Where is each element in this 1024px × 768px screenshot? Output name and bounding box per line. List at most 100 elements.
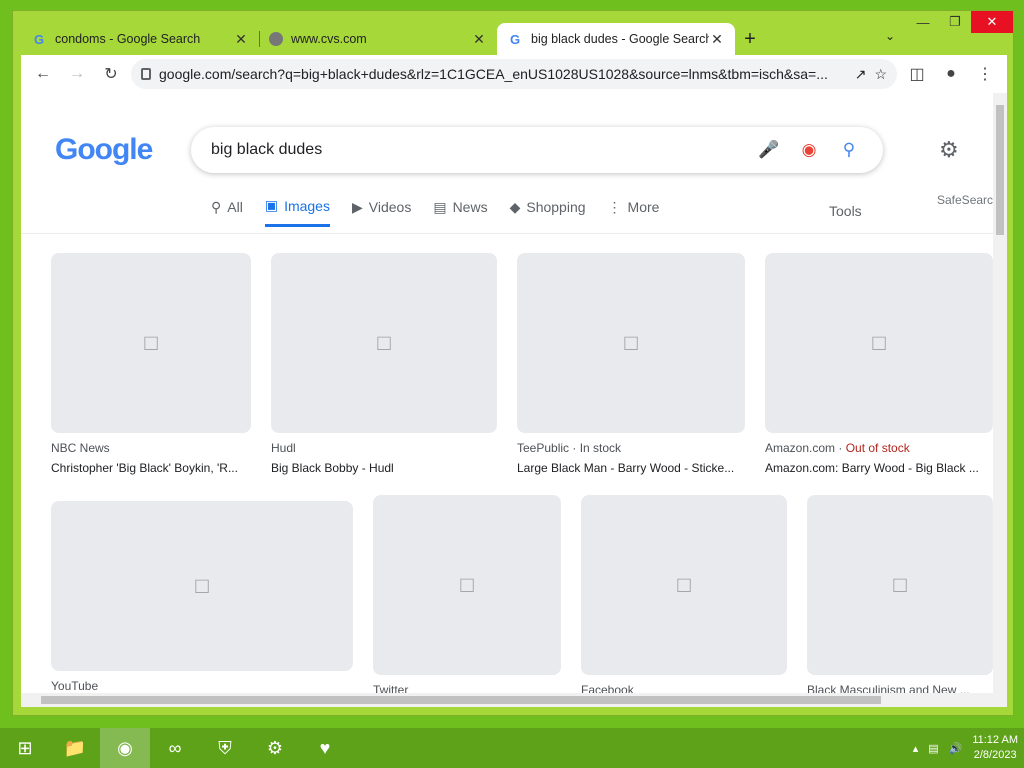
lock-icon: [141, 68, 151, 80]
profile-avatar[interactable]: ●: [937, 60, 965, 88]
more-dots-icon: ⋮: [607, 198, 622, 215]
network-icon[interactable]: ▤: [928, 742, 938, 755]
visual-studio-icon[interactable]: ∞: [150, 728, 200, 768]
search-icon[interactable]: ⚲: [835, 140, 863, 160]
taskbar: ⊞ 📁 ◉ ∞ ⛨ ⚙ ♥ ▴ ▤ 🔊 11:12 AM 2/8/2023: [0, 728, 1024, 768]
tab-search-chevron-icon[interactable]: ⌄: [885, 29, 895, 43]
image-thumbnail[interactable]: □: [765, 253, 993, 433]
side-panel-icon[interactable]: ◫: [903, 60, 931, 88]
result-source[interactable]: TeePublic · In stock: [517, 441, 745, 455]
result-source[interactable]: Hudl: [271, 441, 497, 455]
nav-label: Images: [284, 197, 330, 214]
news-icon: ▤: [433, 198, 447, 215]
tab-current-search[interactable]: G big black dudes - Google Search ✕: [497, 23, 735, 55]
image-result[interactable]: □ Twitter: [373, 495, 561, 697]
nav-label: Shopping: [526, 199, 586, 215]
image-thumbnail[interactable]: □: [807, 495, 993, 675]
tab-title: condoms - Google Search: [55, 32, 201, 46]
scroll-thumb[interactable]: [996, 105, 1004, 235]
divider: [21, 233, 993, 234]
forward-button[interactable]: →: [63, 60, 91, 88]
nav-all[interactable]: ⚲ All: [211, 197, 243, 227]
search-results-page: Google big black dudes 🎤 ◉ ⚲ ⚙ ⋮⋮ ⚲All ▣…: [21, 93, 1007, 707]
close-window-button[interactable]: ✕: [971, 11, 1013, 33]
defender-shield-icon[interactable]: ⛨: [200, 728, 250, 768]
back-button[interactable]: ←: [29, 60, 57, 88]
menu-kebab-icon[interactable]: ⋮: [971, 60, 999, 88]
voice-search-icon[interactable]: 🎤: [755, 140, 783, 160]
image-result[interactable]: □ TeePublic · In stock Large Black Man -…: [517, 253, 745, 475]
close-tab-icon[interactable]: ✕: [709, 31, 725, 48]
source-name: Amazon.com: [765, 441, 836, 455]
image-result[interactable]: □ Amazon.com · Out of stock Amazon.com: …: [765, 253, 993, 475]
tab-title: big black dudes - Google Search: [531, 32, 709, 46]
search-input[interactable]: big black dudes 🎤 ◉ ⚲: [191, 127, 883, 173]
tab-cvs[interactable]: www.cvs.com ✕: [259, 23, 497, 55]
search-query: big black dudes: [211, 141, 323, 158]
image-result[interactable]: □ Hudl Big Black Bobby - Hudl: [271, 253, 497, 475]
file-explorer-icon[interactable]: 📁: [50, 728, 100, 768]
lens-camera-icon[interactable]: ◉: [795, 140, 823, 160]
tab-title: www.cvs.com: [291, 32, 367, 46]
share-icon[interactable]: ↗: [855, 66, 867, 83]
start-windows-icon[interactable]: ⊞: [0, 728, 50, 768]
result-source[interactable]: NBC News: [51, 441, 251, 455]
settings-gear-icon[interactable]: ⚙: [250, 728, 300, 768]
nav-more[interactable]: ⋮ More: [608, 197, 660, 227]
result-source[interactable]: Amazon.com · Out of stock: [765, 441, 993, 455]
search-nav: ⚲ All ▣ Images ▶ Videos ▤ News ◆ Shopping ⋮ Mo…: [211, 197, 659, 227]
volume-icon[interactable]: 🔊: [949, 742, 963, 755]
gear-icon[interactable]: ⚙: [939, 137, 959, 163]
nav-label: More: [627, 199, 660, 215]
clock-time: 11:12 AM: [972, 734, 1018, 746]
bookmark-star-icon[interactable]: ☆: [874, 66, 887, 83]
tab-condoms[interactable]: G condoms - Google Search ✕: [21, 23, 259, 55]
maximize-button[interactable]: ❐: [939, 11, 971, 33]
image-thumbnail[interactable]: □: [271, 253, 497, 433]
clock-date: 2/8/2023: [973, 749, 1017, 761]
image-thumbnail[interactable]: □: [517, 253, 745, 433]
close-tab-icon[interactable]: ✕: [471, 31, 487, 48]
nav-videos[interactable]: ▶ Videos: [352, 197, 411, 227]
image-result[interactable]: □ NBC News Christopher 'Big Black' Boyki…: [51, 253, 251, 475]
reload-button[interactable]: ↻: [97, 60, 125, 88]
nav-shopping[interactable]: ◆ Shopping: [510, 197, 586, 227]
close-tab-icon[interactable]: ✕: [233, 31, 249, 48]
tray-chevron-icon[interactable]: ▴: [913, 742, 919, 755]
desktop-edge: [0, 0, 12, 728]
vertical-scrollbar[interactable]: [993, 93, 1007, 707]
result-title[interactable]: Christopher 'Big Black' Boykin, 'R...: [51, 461, 251, 475]
play-icon: ▶: [351, 198, 363, 215]
address-bar[interactable]: google.com/search?q=big+black+dudes&rlz=…: [131, 59, 897, 89]
system-tray: ▴ ▤ 🔊 11:12 AM 2/8/2023: [913, 728, 1018, 768]
nav-news[interactable]: ▤ News: [433, 197, 487, 227]
image-thumbnail[interactable]: □: [581, 495, 787, 675]
globe-icon: [269, 32, 283, 46]
horizontal-scrollbar[interactable]: [21, 693, 993, 707]
chrome-icon[interactable]: ◉: [100, 728, 150, 768]
google-logo[interactable]: Google: [55, 133, 153, 167]
result-source[interactable]: YouTube: [51, 679, 353, 693]
result-title[interactable]: Large Black Man - Barry Wood - Sticke...: [517, 461, 745, 475]
tab-strip: G condoms - Google Search ✕ www.cvs.com …: [21, 21, 765, 55]
nav-label: News: [452, 199, 488, 215]
image-result[interactable]: □ Facebook: [581, 495, 787, 697]
tools-button[interactable]: Tools: [829, 203, 862, 219]
search-icon: ⚲: [211, 198, 222, 215]
image-result[interactable]: □ Black Masculinism and New ...: [807, 495, 993, 697]
image-thumbnail[interactable]: □: [51, 501, 353, 671]
browser-toolbar: ← → ↻ google.com/search?q=big+black+dude…: [21, 55, 1007, 93]
image-result[interactable]: □ YouTube: [51, 501, 353, 693]
image-icon: ▣: [264, 197, 279, 213]
result-title[interactable]: Big Black Bobby - Hudl: [271, 461, 497, 475]
scroll-thumb[interactable]: [41, 696, 881, 704]
new-tab-button[interactable]: +: [735, 23, 765, 55]
minimize-button[interactable]: —: [907, 11, 939, 33]
result-title[interactable]: Amazon.com: Barry Wood - Big Black ...: [765, 461, 993, 475]
health-app-icon[interactable]: ♥: [300, 728, 350, 768]
image-thumbnail[interactable]: □: [51, 253, 251, 433]
safesearch-button[interactable]: SafeSearch: [937, 193, 1000, 207]
image-thumbnail[interactable]: □: [373, 495, 561, 675]
nav-images[interactable]: ▣ Images: [264, 197, 330, 227]
clock[interactable]: 11:12 AM 2/8/2023: [972, 733, 1018, 763]
